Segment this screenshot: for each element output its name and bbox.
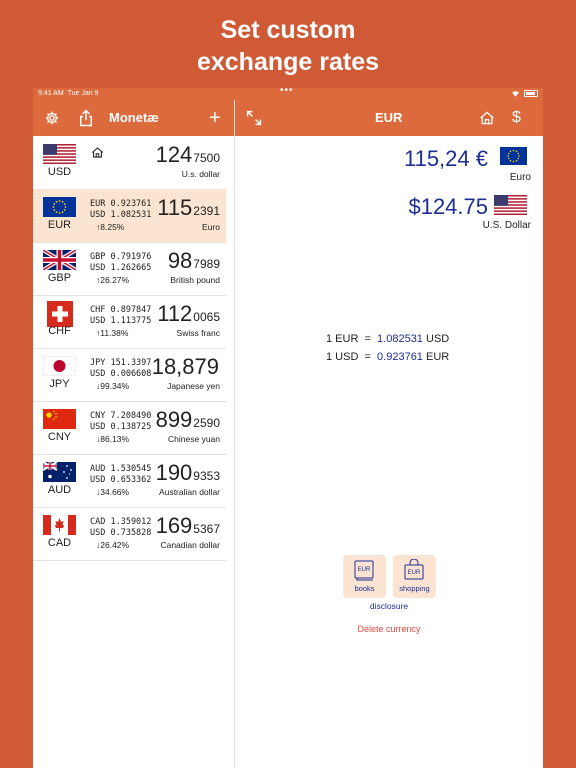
currency-amount: 987989 [167, 248, 220, 273]
share-icon[interactable] [78, 100, 94, 136]
status-icons [511, 88, 538, 100]
shopping-bag-icon: EUR [403, 558, 425, 581]
currency-change: ↓34.66% [96, 487, 130, 497]
currency-amount: 1247500 [155, 142, 220, 167]
currency-amount: 18,879 [151, 354, 219, 379]
shopping-button[interactable]: EUR shopping [393, 555, 436, 598]
currency-row-jpy[interactable]: JPY JPY 151.3397 USD 0.006608 ↓99.34% 18,… [33, 348, 226, 402]
app-title: Monetæ [109, 110, 159, 125]
currency-name: Japanese yen [167, 381, 220, 391]
svg-text:EUR: EUR [408, 570, 421, 576]
svg-text:EUR: EUR [358, 567, 371, 573]
currency-name: Australian dollar [159, 487, 220, 497]
currency-row-eur[interactable]: EUR EUR 0.923761 USD 1.082531 ↑8.25% 1152… [33, 189, 226, 243]
currency-amount: 1909353 [155, 460, 220, 485]
currency-rates: AUD 1.530545 USD 0.653362 [90, 464, 152, 485]
promo-line-1: Set custom [220, 16, 356, 44]
currency-name: British pound [170, 275, 220, 285]
us-flag-icon [494, 195, 527, 215]
split-divider [234, 100, 235, 768]
currency-name: Euro [202, 222, 220, 232]
currency-change: ↑26.27% [96, 275, 130, 285]
currency-change: ↓99.34% [96, 381, 130, 391]
currency-rates: CNY 7.208490 USD 0.138725 [90, 411, 152, 432]
currency-change: ↓86.13% [96, 434, 130, 444]
currency-code: CAD [47, 537, 72, 549]
currency-rates: JPY 151.3397 USD 0.006608 [90, 358, 152, 379]
currency-code: CNY [47, 431, 72, 443]
shopping-label: shopping [399, 584, 430, 593]
china-flag-icon [43, 409, 76, 429]
currency-code: JPY [49, 378, 70, 390]
currency-rates: CHF 0.897847 USD 1.113775 [90, 305, 152, 326]
promo-line-2: exchange rates [196, 48, 380, 76]
currency-code: AUD [47, 484, 72, 496]
currency-row-gbp[interactable]: GBP GBP 0.791976 USD 1.262665 ↑26.27% 987… [33, 242, 226, 296]
book-icon: EUR [353, 559, 375, 581]
currency-code: EUR [47, 219, 72, 231]
books-label: books [354, 584, 375, 593]
currency-change: ↑8.25% [96, 222, 125, 232]
currency-code: GBP [47, 272, 72, 284]
battery-icon [524, 89, 538, 97]
home-icon [91, 146, 104, 164]
multitasking-dots[interactable]: ••• [280, 88, 294, 97]
australia-flag-icon [43, 462, 76, 482]
eu-flag-icon [43, 197, 76, 217]
primary-currency-name: Euro [509, 172, 531, 183]
currency-rates: EUR 0.923761 USD 1.082531 [90, 199, 152, 220]
currency-name: Chinese yuan [168, 434, 220, 444]
us-flag-icon [43, 144, 76, 164]
currency-row-aud[interactable]: AUD AUD 1.530545 USD 0.653362 ↓34.66% 190… [33, 454, 226, 508]
conversion-usd-eur: 1 USD = 0.923761 EUR [326, 351, 450, 363]
swiss-flag-icon [47, 301, 73, 327]
currency-change: ↑11.38% [96, 328, 129, 338]
japan-flag-icon [43, 356, 76, 376]
uk-flag-icon [43, 250, 76, 270]
currency-rates: GBP 0.791976 USD 1.262665 [90, 252, 152, 273]
primary-value[interactable]: 115,24 € [404, 146, 488, 172]
currency-amount: 1695367 [155, 513, 220, 538]
delete-currency-button[interactable]: Delete currency [235, 624, 543, 634]
status-time: 9:41 AM Tue Jan 9 [38, 90, 99, 97]
currency-amount: 1152391 [157, 195, 220, 220]
currency-name: Swiss franc [176, 328, 220, 338]
conversion-eur-usd: 1 EUR = 1.082531 USD [326, 333, 450, 345]
canada-flag-icon [43, 515, 76, 535]
detail-nav-bar: EUR $ [235, 100, 543, 136]
settings-gear-icon[interactable] [44, 100, 60, 136]
currency-amount: 1120065 [157, 301, 220, 326]
currency-code: USD [47, 166, 72, 178]
add-currency-button[interactable]: + [209, 100, 221, 136]
eu-flag-icon [500, 147, 527, 165]
currency-row-usd[interactable]: USD 1247500 U.s. dollar [33, 136, 226, 190]
dollar-icon[interactable]: $ [512, 100, 521, 136]
ipad-screen: 9:41 AM Tue Jan 9 ••• Monetæ + EUR $ USD… [33, 88, 543, 768]
currency-name: U.s. dollar [181, 169, 220, 179]
currency-rates: CAD 1.359012 USD 0.735828 [90, 517, 152, 538]
currency-change: ↓26.42% [96, 540, 130, 550]
wifi-icon [512, 90, 520, 97]
currency-code: CHF [48, 325, 71, 337]
disclosure-link[interactable]: disclosure [235, 601, 543, 611]
promo-headline: Set custom exchange rates [0, 14, 576, 78]
currency-amount: 8992590 [155, 407, 220, 432]
home-currency-icon[interactable] [479, 100, 495, 136]
currency-row-cny[interactable]: CNY CNY 7.208490 USD 0.138725 ↓86.13% 899… [33, 401, 226, 455]
books-button[interactable]: EUR books [343, 555, 386, 598]
currency-row-chf[interactable]: CHF CHF 0.897847 USD 1.113775 ↑11.38% 112… [33, 295, 226, 349]
currency-row-cad[interactable]: CAD CAD 1.359012 USD 0.735828 ↓26.42% 169… [33, 507, 226, 561]
detail-title: EUR [375, 110, 403, 125]
secondary-currency-name: U.S. Dollar [482, 220, 531, 231]
expand-icon[interactable] [246, 100, 262, 136]
secondary-value[interactable]: $124.75 [408, 194, 488, 220]
currency-name: Canadian dollar [160, 540, 220, 550]
status-bar: 9:41 AM Tue Jan 9 ••• [33, 88, 543, 100]
list-nav-bar: Monetæ + [33, 100, 234, 136]
